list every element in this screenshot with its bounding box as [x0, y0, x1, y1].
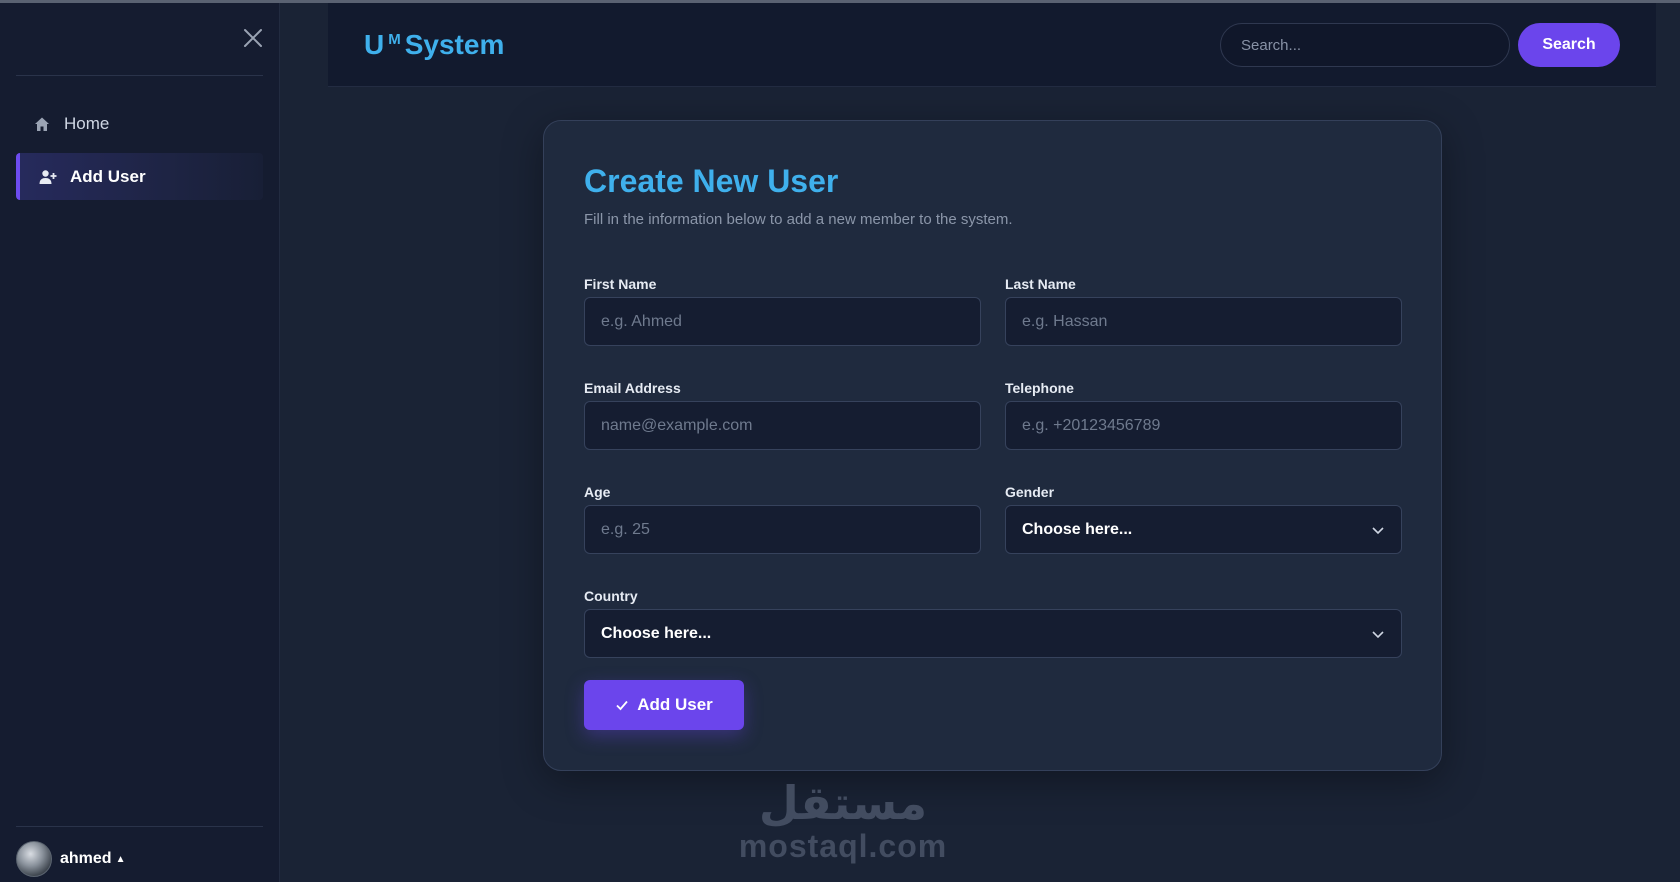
- top-header: U M System Search: [328, 3, 1656, 87]
- country-select-value: Choose here...: [601, 624, 712, 642]
- sidebar-divider: [16, 75, 263, 76]
- telephone-label: Telephone: [1005, 380, 1074, 396]
- sidebar-divider: [16, 826, 263, 827]
- sidebar-item-add-user[interactable]: Add User: [16, 153, 263, 200]
- sidebar-item-home[interactable]: Home: [16, 100, 263, 147]
- add-user-button-label: Add User: [637, 695, 713, 714]
- gender-select[interactable]: Choose here...: [1005, 505, 1402, 554]
- telephone-input[interactable]: [1005, 401, 1402, 450]
- brand-letter: U: [364, 29, 385, 60]
- create-user-form: Create New User Fill in the information …: [543, 120, 1442, 771]
- last-name-label: Last Name: [1005, 276, 1076, 292]
- watermark: مستقل mostaql.com: [738, 778, 948, 865]
- email-label: Email Address: [584, 380, 681, 396]
- chevron-down-icon: [1372, 527, 1384, 535]
- age-label: Age: [584, 484, 611, 500]
- sidebar-item-label: Home: [64, 113, 110, 133]
- brand-name: System: [404, 29, 505, 60]
- home-icon: [32, 114, 52, 134]
- add-user-button[interactable]: Add User: [584, 680, 744, 730]
- chevron-down-icon: [1372, 631, 1384, 639]
- search-button[interactable]: Search: [1518, 23, 1620, 67]
- form-title: Create New User: [584, 163, 839, 199]
- user-name: ahmed: [60, 850, 112, 867]
- caret-up-icon: ▲: [115, 853, 126, 865]
- user-menu[interactable]: ahmed ▲: [16, 841, 125, 877]
- sidebar-item-label: Add User: [70, 166, 146, 186]
- user-plus-icon: [38, 167, 58, 187]
- first-name-input[interactable]: [584, 297, 981, 346]
- age-input[interactable]: [584, 505, 981, 554]
- country-label: Country: [584, 588, 638, 604]
- first-name-label: First Name: [584, 276, 657, 292]
- last-name-input[interactable]: [1005, 297, 1402, 346]
- search-input[interactable]: [1220, 23, 1510, 67]
- watermark-text: mostaql.com: [738, 828, 948, 864]
- check-icon: [616, 700, 628, 711]
- form-subtitle: Fill in the information below to add a n…: [584, 211, 1013, 228]
- gender-select-value: Choose here...: [1022, 520, 1133, 538]
- brand-superscript: M: [388, 31, 401, 48]
- brand-logo[interactable]: U M System: [364, 29, 504, 61]
- watermark-logo: مستقل: [758, 776, 928, 830]
- sidebar: Home Add User ahmed ▲: [0, 3, 280, 882]
- avatar: [16, 841, 52, 877]
- gender-label: Gender: [1005, 484, 1055, 500]
- close-sidebar-button[interactable]: [240, 25, 266, 51]
- close-icon: [244, 29, 262, 47]
- country-select[interactable]: Choose here...: [584, 609, 1402, 658]
- email-input[interactable]: [584, 401, 981, 450]
